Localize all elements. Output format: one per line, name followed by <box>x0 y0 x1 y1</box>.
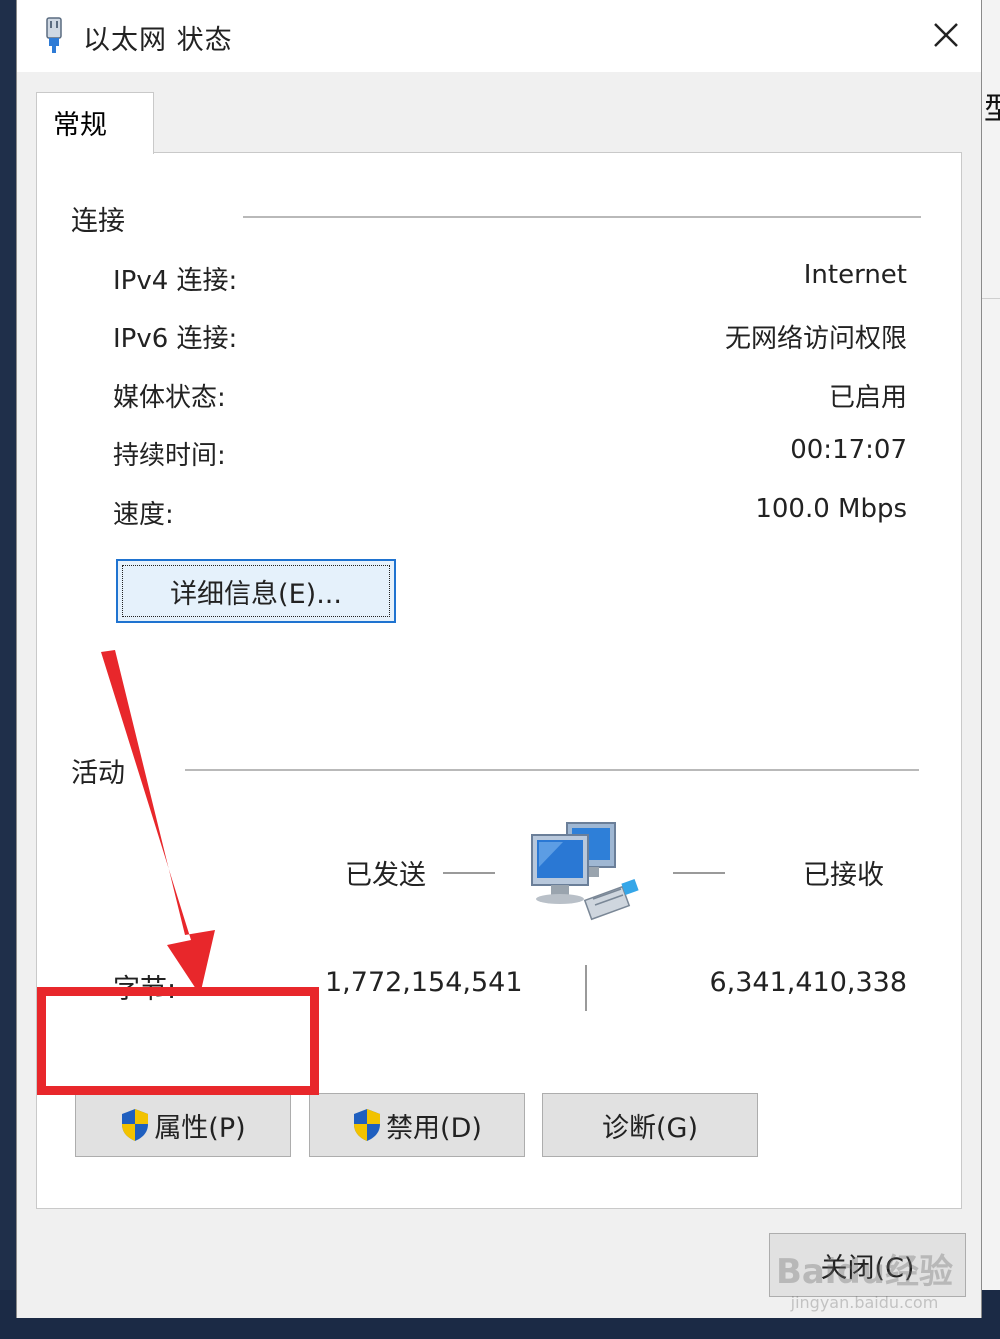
diagnose-button[interactable]: 诊断(G) <box>542 1093 758 1157</box>
close-icon[interactable] <box>923 12 969 58</box>
title-bar: 以太网 状态 <box>17 0 981 72</box>
network-computers-icon <box>531 822 639 921</box>
uac-shield-icon <box>354 1109 381 1141</box>
ipv4-value: Internet <box>803 260 907 290</box>
duration-label: 持续时间: <box>113 441 226 471</box>
duration-value: 00:17:07 <box>790 435 907 465</box>
ipv6-label: IPv6 连接: <box>113 324 238 354</box>
tab-general-label: 常规 <box>53 110 107 141</box>
disable-button-label: 禁用(D) <box>386 1112 482 1144</box>
ethernet-plug-icon <box>46 17 62 53</box>
bytes-received-value: 6,341,410,338 <box>709 967 907 998</box>
dialog-body: 常规 连接 IPv4 连接: Internet IPv6 连接: 无网络访问权限… <box>17 72 981 1318</box>
media-state-value: 已启用 <box>828 383 907 413</box>
details-button[interactable]: 详细信息(E)... <box>116 559 396 623</box>
ipv4-label: IPv4 连接: <box>113 266 238 296</box>
general-tab-panel: 连接 IPv4 连接: Internet IPv6 连接: 无网络访问权限 媒体… <box>36 152 962 1209</box>
watermark-sub: jingyan.baidu.com <box>790 1293 939 1312</box>
connection-group-divider <box>243 216 921 218</box>
bytes-sent-value: 1,772,154,541 <box>325 967 523 998</box>
bytes-divider <box>585 965 587 1011</box>
sent-dash <box>443 872 495 874</box>
activity-group-title: 活动 <box>71 758 125 789</box>
diagnose-button-label: 诊断(G) <box>602 1112 698 1144</box>
media-state-label: 媒体状态: <box>113 383 226 413</box>
disable-button[interactable]: 禁用(D) <box>309 1093 525 1157</box>
properties-button[interactable]: 属性(P) <box>75 1093 291 1157</box>
tab-general[interactable]: 常规 <box>36 92 154 154</box>
baidu-watermark: Baidu经验 jingyan.baidu.com <box>776 1244 953 1312</box>
watermark-main: Baidu经验 <box>775 1252 953 1292</box>
background-window-edge: 型 <box>982 0 1000 1290</box>
activity-group-divider <box>185 769 919 771</box>
connection-group-title: 连接 <box>71 206 125 237</box>
ethernet-status-dialog: 以太网 状态 常规 连接 IPv4 连接: Internet IPv6 连接: … <box>16 0 982 1318</box>
speed-value: 100.0 Mbps <box>755 494 907 524</box>
background-window-text: 型 <box>984 92 1000 127</box>
bytes-label: 字节: <box>113 974 177 1005</box>
sent-label: 已发送 <box>345 860 426 891</box>
details-button-label: 详细信息(E)... <box>170 578 342 610</box>
uac-shield-icon <box>122 1109 149 1141</box>
background-divider <box>982 298 1000 299</box>
received-label: 已接收 <box>803 860 884 891</box>
window-title: 以太网 状态 <box>83 25 233 56</box>
properties-button-label: 属性(P) <box>154 1112 246 1144</box>
ipv6-value: 无网络访问权限 <box>724 324 907 354</box>
received-dash <box>673 872 725 874</box>
speed-label: 速度: <box>113 500 174 530</box>
